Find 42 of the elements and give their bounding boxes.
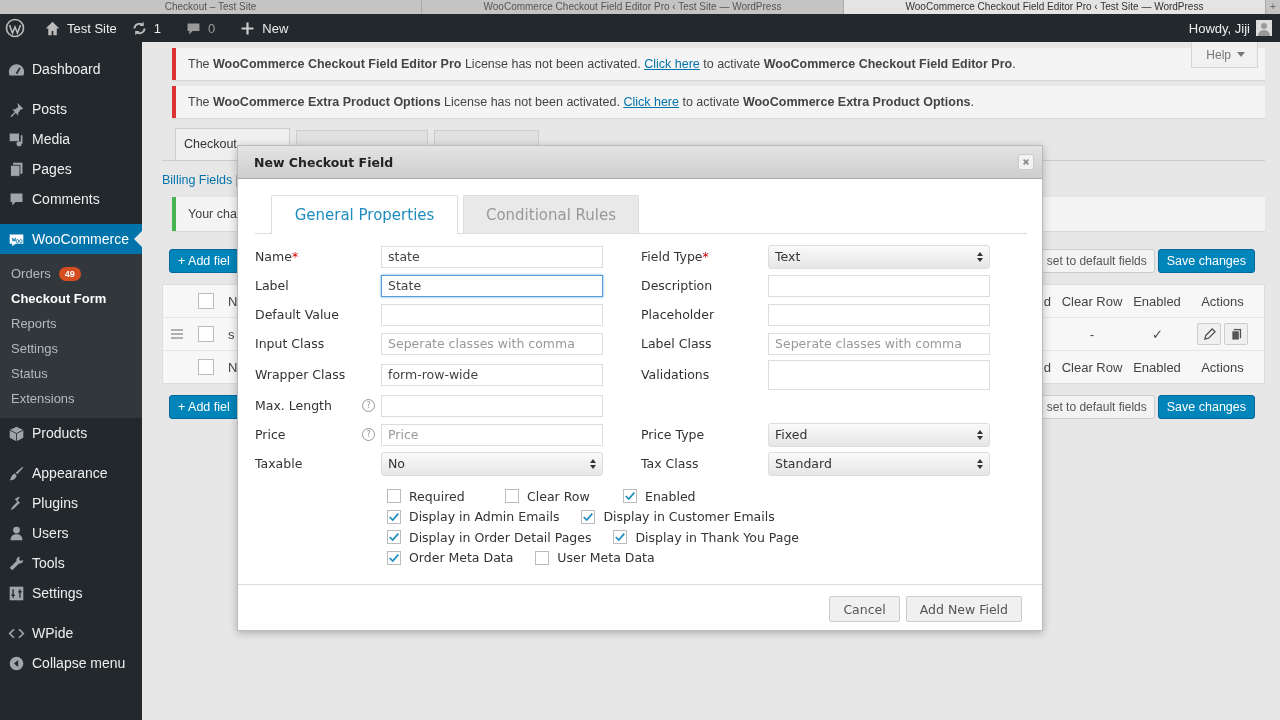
column-header: Actions <box>1200 359 1245 375</box>
column-header: Clear Row <box>1060 359 1124 375</box>
column-header: Enabled <box>1132 359 1182 375</box>
column-header: N <box>228 359 238 375</box>
checkbox-label: Display in Thank You Page <box>635 529 800 545</box>
checkbox-label: User Meta Data <box>557 550 655 566</box>
checkbox-label: Order Meta Data <box>409 550 514 566</box>
field-label: Price <box>255 427 286 442</box>
checkbox-label: Clear Row <box>527 488 590 504</box>
field-label: Name* <box>255 249 299 264</box>
field-label: Wrapper Class <box>255 367 346 382</box>
count-badge: 49 <box>58 266 81 281</box>
field-label: Label <box>255 278 289 293</box>
field-label: Max. Length <box>255 398 332 413</box>
field-label: Field Type* <box>641 249 709 264</box>
notice-text: The WooCommerce Checkout Field Editor Pro License has not been activated. Click here to activate WooCommerce Checkout Field Editor Pro. <box>188 57 1016 71</box>
field-label: Default Value <box>255 307 339 322</box>
checkbox-label: Display in Admin Emails <box>409 509 560 525</box>
field-label: Tax Class <box>641 456 699 471</box>
separator: | <box>235 173 239 187</box>
checkbox-label: Display in Order Detail Pages <box>409 529 592 545</box>
column-header: d <box>1042 293 1051 309</box>
table-cell-text: - <box>1088 326 1096 342</box>
column-header: Clear Row <box>1060 293 1124 309</box>
notice-text: The WooCommerce Extra Product Options License has not been activated. Click here to activate WooCommerce Extra Product Options. <box>188 95 974 109</box>
table-cell: s <box>228 326 235 342</box>
table-cell-text: ✓ <box>1150 326 1164 342</box>
column-header: Enabled <box>1132 293 1182 309</box>
field-label: Description <box>641 278 713 293</box>
field-label: Label Class <box>641 336 712 351</box>
field-label: Price Type <box>641 427 705 442</box>
field-label: Taxable <box>255 456 303 471</box>
field-label: Input Class <box>255 336 325 351</box>
field-label: Placeholder <box>641 307 715 322</box>
column-header: Actions <box>1200 293 1245 309</box>
column-header: d <box>1042 359 1051 375</box>
notice-text: Your cha <box>188 207 237 221</box>
checkbox-label: Enabled <box>645 488 696 504</box>
column-header: N <box>228 293 238 309</box>
checkbox-label: Required <box>409 488 465 504</box>
checkbox-label: Display in Customer Emails <box>603 509 775 525</box>
field-label: Validations <box>641 367 710 382</box>
